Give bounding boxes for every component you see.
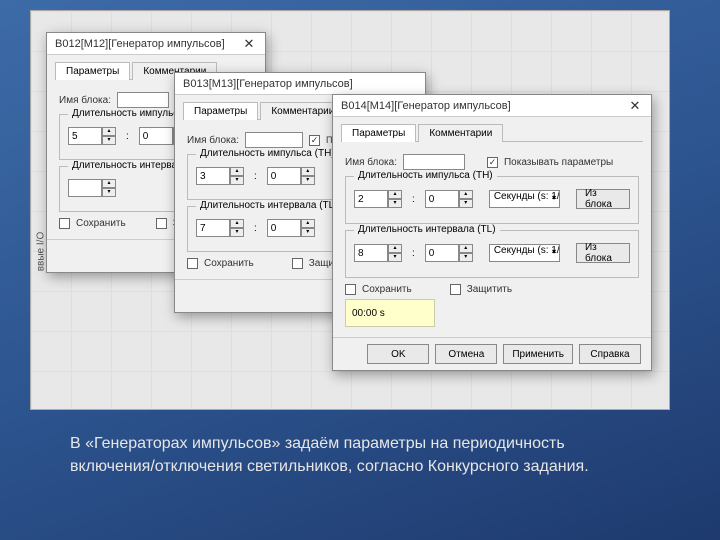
th-value-2[interactable]: ▴▾ (425, 190, 473, 208)
tab-parameters[interactable]: Параметры (183, 102, 258, 120)
th-value-1[interactable]: ▴▾ (196, 167, 244, 185)
save-checkbox[interactable] (187, 258, 198, 269)
th-group-label: Длительность импульса (TH) (354, 170, 497, 181)
dialog-title: B013[M13][Генератор импульсов] (183, 78, 353, 90)
save-label: Сохранить (204, 258, 254, 269)
tab-parameters[interactable]: Параметры (55, 62, 130, 80)
cancel-button[interactable]: Отмена (435, 344, 497, 364)
th-value-2[interactable]: ▴▾ (267, 167, 315, 185)
preview-value: 00:00 s (345, 299, 435, 327)
tl-unit-select[interactable]: Секунды (s: 1/100 (489, 244, 560, 262)
protect-checkbox[interactable] (450, 284, 461, 295)
tl-value-1[interactable]: ▴▾ (354, 244, 402, 262)
block-name-label: Имя блока: (345, 157, 397, 168)
block-name-input[interactable] (245, 132, 303, 148)
close-icon[interactable]: ✕ (237, 35, 261, 53)
tl-group-label: Длительность интервала (TL) (196, 200, 342, 211)
tl-group-label: Длительность интервала (TL) (354, 224, 500, 235)
th-value-1[interactable]: ▴▾ (68, 127, 116, 145)
tl-value-2[interactable]: ▴▾ (267, 219, 315, 237)
io-panel-label: ввые I/O (35, 232, 46, 272)
close-icon[interactable]: ✕ (623, 97, 647, 115)
ok-button[interactable]: OK (367, 344, 429, 364)
show-params-checkbox[interactable]: ✓ (309, 135, 320, 146)
show-params-checkbox[interactable]: ✓ (487, 157, 498, 168)
th-from-block-button[interactable]: Из блока (576, 189, 630, 209)
protect-checkbox[interactable] (156, 218, 167, 229)
slide-caption: В «Генераторах импульсов» задаём парамет… (70, 432, 660, 478)
tab-parameters[interactable]: Параметры (341, 124, 416, 142)
tl-from-block-button[interactable]: Из блока (576, 243, 630, 263)
show-params-label: Показывать параметры (504, 157, 613, 168)
th-value-1[interactable]: ▴▾ (354, 190, 402, 208)
th-group-label: Длительность импульса (TH) (196, 148, 339, 159)
dialog-title: B014[M14][Генератор импульсов] (341, 100, 511, 112)
tl-value-2[interactable]: ▴▾ (425, 244, 473, 262)
tl-value-1[interactable]: ▴▾ (196, 219, 244, 237)
help-button[interactable]: Справка (579, 344, 641, 364)
dialog-title: B012[M12][Генератор импульсов] (55, 38, 225, 50)
dialog-b014: B014[M14][Генератор импульсов] ✕ Парамет… (332, 94, 652, 371)
tab-comments[interactable]: Комментарии (418, 124, 503, 142)
save-label: Сохранить (76, 218, 126, 229)
protect-label: Защитить (467, 284, 512, 295)
block-name-label: Имя блока: (187, 135, 239, 146)
th-unit-select[interactable]: Секунды (s: 1/100 (489, 190, 560, 208)
tl-value-1[interactable]: ▴▾ (68, 179, 116, 197)
save-checkbox[interactable] (345, 284, 356, 295)
save-label: Сохранить (362, 284, 412, 295)
block-name-input[interactable] (403, 154, 465, 170)
save-checkbox[interactable] (59, 218, 70, 229)
protect-checkbox[interactable] (292, 258, 303, 269)
apply-button[interactable]: Применить (503, 344, 573, 364)
block-name-label: Имя блока: (59, 95, 111, 106)
block-name-input[interactable] (117, 92, 169, 108)
